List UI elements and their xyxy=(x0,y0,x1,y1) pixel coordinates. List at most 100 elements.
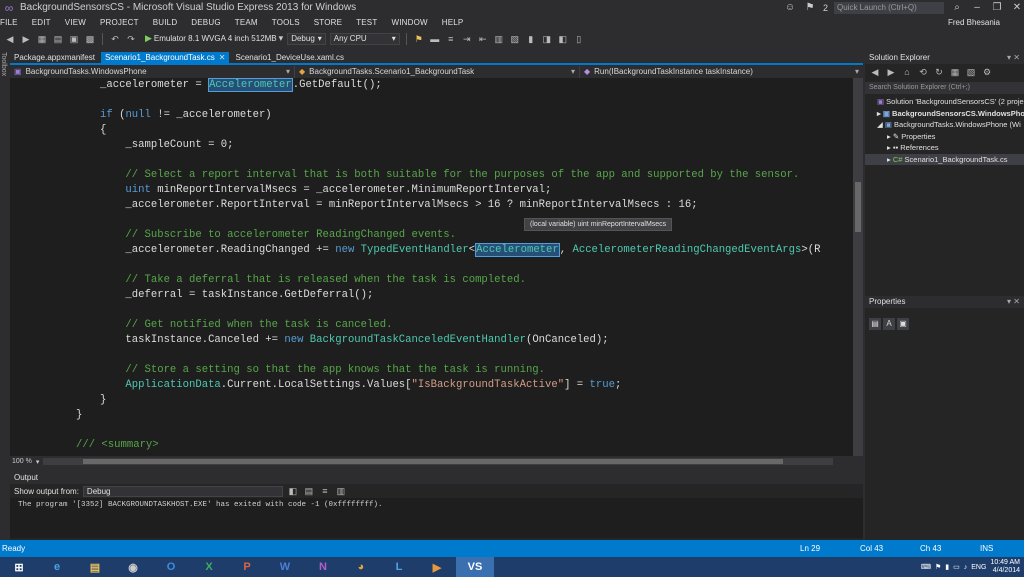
volume-icon[interactable]: ♪ xyxy=(964,564,968,571)
code-line[interactable]: // Get notified when the task is cancele… xyxy=(36,318,820,333)
save-icon[interactable]: ▣ xyxy=(68,33,80,45)
code-line[interactable]: // Select a report interval that is both… xyxy=(36,168,820,183)
media-app-icon[interactable]: ◉ xyxy=(114,557,152,577)
chrome-icon[interactable]: ◕ xyxy=(342,557,380,577)
menu-window[interactable]: WINDOW xyxy=(384,18,434,27)
zoom-level[interactable]: 100 % xyxy=(12,458,32,465)
platform-select[interactable]: Any CPU ▾ xyxy=(329,32,400,45)
menu-file[interactable]: FILE xyxy=(0,18,25,27)
code-editor[interactable]: _accelerometer = Accelerometer.GetDefaul… xyxy=(10,78,853,456)
start-button-icon[interactable]: ⊞ xyxy=(0,557,38,577)
quick-launch-input[interactable]: Quick Launch (Ctrl+Q) xyxy=(834,1,944,14)
code-line[interactable]: _accelerometer.ReportInterval = minRepor… xyxy=(36,198,820,213)
menu-tools[interactable]: TOOLS xyxy=(265,18,307,27)
clear-all-icon[interactable]: ▤ xyxy=(303,485,315,497)
output-text[interactable]: The program '[3352] BACKGROUNDTASKHOST.E… xyxy=(10,498,863,538)
visual-studio-icon[interactable]: VS xyxy=(456,557,494,577)
menu-view[interactable]: VIEW xyxy=(58,18,93,27)
code-line[interactable]: { xyxy=(36,123,820,138)
toggle-wrap-icon[interactable]: ▥ xyxy=(335,485,347,497)
redo-icon[interactable]: ↷ xyxy=(125,33,137,45)
pin-icon[interactable]: ▾ ✕ xyxy=(1007,296,1024,308)
code-line[interactable]: if (null != _accelerometer) xyxy=(36,108,820,123)
word-icon[interactable]: W xyxy=(266,557,304,577)
properties-icon[interactable]: ⚙ xyxy=(981,66,993,78)
home-icon[interactable]: ⌂ xyxy=(901,66,913,78)
close-icon[interactable]: ✕ xyxy=(219,52,226,63)
file-explorer-icon[interactable]: ▤ xyxy=(76,557,114,577)
property-pages-icon[interactable]: ▣ xyxy=(897,318,909,330)
class-dropdown[interactable]: ◆ BackgroundTasks.Scenario1_BackgroundTas… xyxy=(295,66,580,78)
close-button[interactable]: ✕ xyxy=(1010,2,1024,13)
code-line[interactable] xyxy=(36,213,820,228)
undo-icon[interactable]: ↶ xyxy=(109,33,121,45)
code-line[interactable]: // Subscribe to accelerometer ReadingCha… xyxy=(36,228,820,243)
tree-item-references[interactable]: ▸ ▪▪ References xyxy=(865,142,1024,154)
forward-icon[interactable]: ▶ xyxy=(885,66,897,78)
code-line[interactable]: _accelerometer.ReadingChanged += new Typ… xyxy=(36,243,820,258)
code-line[interactable]: // Store a setting so that the app knows… xyxy=(36,363,820,378)
comment-icon[interactable]: ▥ xyxy=(493,33,505,45)
outdent-icon[interactable]: ⇤ xyxy=(477,33,489,45)
minimize-button[interactable]: – xyxy=(970,2,984,13)
menu-store[interactable]: STORE xyxy=(307,18,349,27)
chevron-down-icon[interactable]: ▾ xyxy=(36,458,40,466)
lync-icon[interactable]: L xyxy=(380,557,418,577)
open-file-icon[interactable]: ▤ xyxy=(52,33,64,45)
refresh-icon[interactable]: ↻ xyxy=(933,66,945,78)
feedback-icon[interactable]: ☺ xyxy=(783,2,797,13)
breakpoint-icon[interactable]: ▬ xyxy=(429,33,441,45)
maximize-button[interactable]: ❐ xyxy=(990,2,1004,13)
code-line[interactable]: ApplicationData.Current.LocalSettings.Va… xyxy=(36,378,820,393)
save-all-icon[interactable]: ▩ xyxy=(84,33,96,45)
uncomment-icon[interactable]: ▧ xyxy=(509,33,521,45)
tab-scenario1-deviceuse[interactable]: Scenario1_DeviceUse.xaml.cs xyxy=(231,52,348,63)
member-dropdown[interactable]: ◆ Run(IBackgroundTaskInstance taskInstanc… xyxy=(580,66,863,78)
scrollbar-thumb[interactable] xyxy=(83,459,784,464)
code-line[interactable] xyxy=(36,93,820,108)
scrollbar-thumb[interactable] xyxy=(855,182,861,232)
outlook-icon[interactable]: O xyxy=(152,557,190,577)
clock[interactable]: 10:49 AM 4/4/2014 xyxy=(990,559,1020,575)
categorized-icon[interactable]: ▤ xyxy=(869,318,881,330)
code-line[interactable] xyxy=(36,303,820,318)
excel-icon[interactable]: X xyxy=(190,557,228,577)
code-line[interactable] xyxy=(36,258,820,273)
flag-icon[interactable]: ⚑ xyxy=(935,563,941,571)
start-debugging-button[interactable]: ▶ Emulator 8.1 WVGA 4 inch 512MB ▾ xyxy=(145,33,283,44)
network-icon[interactable]: ▮ xyxy=(945,563,949,571)
indent-icon[interactable]: ⇥ xyxy=(461,33,473,45)
forward-icon[interactable]: ▶ xyxy=(20,33,32,45)
toolbox-strip[interactable]: Toolbox xyxy=(0,48,10,540)
notification-flag-icon[interactable]: ⚑ xyxy=(803,2,817,13)
code-line[interactable]: _deferral = taskInstance.GetDeferral(); xyxy=(36,288,820,303)
tree-item-solution[interactable]: ▣ Solution 'BackgroundSensorsCS' (2 proj… xyxy=(865,96,1024,108)
pin-icon[interactable]: ▾ ✕ xyxy=(1007,52,1024,64)
expand-arrow-icon[interactable]: ◢ xyxy=(877,120,885,129)
code-lines[interactable]: _accelerometer = Accelerometer.GetDefaul… xyxy=(36,78,820,453)
back-icon[interactable]: ◀ xyxy=(869,66,881,78)
editor-horizontal-scrollbar[interactable] xyxy=(43,458,834,465)
sync-icon[interactable]: ⟲ xyxy=(917,66,929,78)
menu-help[interactable]: HELP xyxy=(435,18,471,27)
clear-bookmarks-icon[interactable]: ▯ xyxy=(573,33,585,45)
new-project-icon[interactable]: ▦ xyxy=(36,33,48,45)
menu-build[interactable]: BUILD xyxy=(146,18,185,27)
code-line[interactable]: } xyxy=(36,393,820,408)
flag-icon[interactable]: ⚑ xyxy=(413,33,425,45)
code-line[interactable]: _accelerometer = Accelerometer.GetDefaul… xyxy=(36,78,820,93)
align-icon[interactable]: ≡ xyxy=(445,33,457,45)
tree-item-project-tasks[interactable]: ◢ ▣ BackgroundTasks.WindowsPhone (Wi xyxy=(865,119,1024,131)
menu-debug[interactable]: DEBUG xyxy=(184,18,227,27)
collapse-icon[interactable]: ▦ xyxy=(949,66,961,78)
word-wrap-icon[interactable]: ≡ xyxy=(319,485,331,497)
editor-vertical-scrollbar[interactable] xyxy=(853,78,863,456)
menu-edit[interactable]: EDIT xyxy=(25,18,58,27)
internet-explorer-icon[interactable]: e xyxy=(38,557,76,577)
code-line[interactable]: /// <summary> xyxy=(36,438,820,453)
onenote-icon[interactable]: N xyxy=(304,557,342,577)
menu-team[interactable]: TEAM xyxy=(228,18,265,27)
menu-test[interactable]: TEST xyxy=(349,18,384,27)
keyboard-icon[interactable]: ⌨ xyxy=(921,563,931,571)
show-all-icon[interactable]: ▧ xyxy=(965,66,977,78)
